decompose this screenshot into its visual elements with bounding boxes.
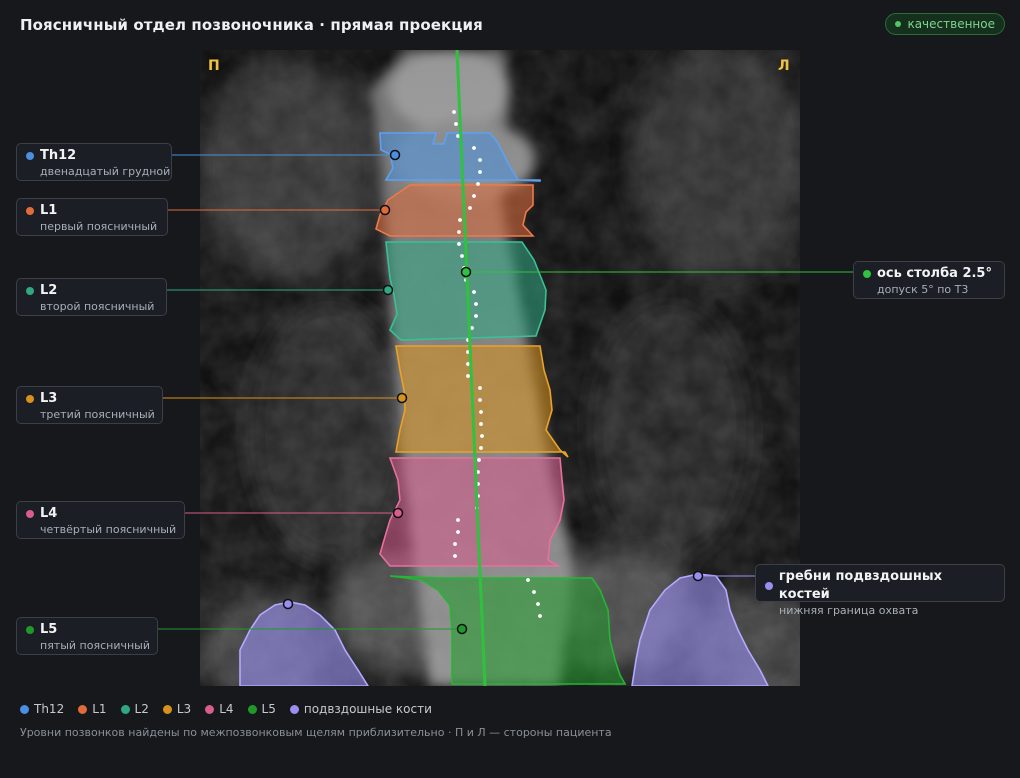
callout-iliac[interactable]: гребни подвздошных костей нижняя граница… xyxy=(755,564,1005,617)
mask-l4 xyxy=(379,457,565,567)
l3-color-icon xyxy=(26,395,34,403)
axis-color-icon xyxy=(863,270,871,278)
legend-label: L1 xyxy=(92,702,107,716)
callout-l3[interactable]: L3 третий поясничный xyxy=(16,386,163,424)
callout-axis-name: ось столба 2.5° xyxy=(877,266,992,281)
callout-l5-name: L5 xyxy=(40,622,58,637)
callout-l1-name: L1 xyxy=(40,203,58,218)
mask-l3 xyxy=(395,345,569,458)
l5-color-icon xyxy=(26,626,34,634)
status-dot-icon xyxy=(895,21,902,27)
right-side-marker: П xyxy=(208,58,220,74)
legend-label: L2 xyxy=(134,702,149,716)
legend-label: подвздошные кости xyxy=(303,702,432,716)
callout-axis[interactable]: ось столба 2.5° допуск 5° по Т3 xyxy=(853,261,1005,299)
legend-label: L4 xyxy=(219,702,234,716)
callout-axis-desc: допуск 5° по Т3 xyxy=(877,283,969,296)
callout-l3-desc: третий поясничный xyxy=(40,408,155,421)
callout-th12[interactable]: Th12 двенадцатый грудной xyxy=(16,143,172,181)
callout-l3-name: L3 xyxy=(40,391,58,406)
l2-color-icon xyxy=(26,287,34,295)
callout-l4[interactable]: L4 четвёртый поясничный xyxy=(16,501,185,539)
legend-item-l4: L4 xyxy=(205,702,234,716)
l1-legend-icon xyxy=(78,704,88,714)
quality-badge: качественное xyxy=(885,13,1005,35)
th12-legend-icon xyxy=(20,704,29,714)
page-title: Поясничный отдел позвоночника · прямая п… xyxy=(20,16,483,34)
segmentation-overlay xyxy=(200,50,800,686)
iliac-color-icon xyxy=(765,582,773,590)
l2-legend-icon xyxy=(120,704,130,714)
legend-label: L5 xyxy=(261,702,276,716)
callout-l4-name: L4 xyxy=(40,506,58,521)
legend-label: Th12 xyxy=(34,702,65,716)
callout-l1[interactable]: L1 первый поясничный xyxy=(16,198,168,236)
legend: Th12 L1 L2 L3 L4 L5 подвздошные кости xyxy=(20,702,432,716)
legend-item-l2: L2 xyxy=(120,702,149,716)
legend-label: L3 xyxy=(176,702,192,716)
callout-l5-desc: пятый поясничный xyxy=(40,639,150,652)
l3-legend-icon xyxy=(162,704,172,714)
callout-th12-desc: двенадцатый грудной xyxy=(40,165,171,178)
callout-iliac-desc: нижняя граница охвата xyxy=(779,604,919,617)
callout-l2[interactable]: L2 второй поясничный xyxy=(16,278,167,316)
callout-l4-desc: четвёртый поясничный xyxy=(40,523,177,536)
th12-color-icon xyxy=(26,152,34,160)
quality-badge-label: качественное xyxy=(907,17,995,31)
callout-l2-desc: второй поясничный xyxy=(40,300,155,313)
callout-th12-name: Th12 xyxy=(40,148,77,163)
l5-legend-icon xyxy=(247,704,257,714)
callout-l1-desc: первый поясничный xyxy=(40,220,158,233)
left-side-marker: Л xyxy=(778,58,790,74)
l4-color-icon xyxy=(26,510,34,518)
legend-item-iliac: подвздошные кости xyxy=(289,702,432,716)
footnote: Уровни позвонков найдены по межпозвонков… xyxy=(20,726,612,739)
mask-l1 xyxy=(375,184,535,237)
callout-l2-name: L2 xyxy=(40,283,58,298)
l1-color-icon xyxy=(26,207,34,215)
legend-item-l3: L3 xyxy=(162,702,192,716)
callout-iliac-name: гребни подвздошных костей xyxy=(778,569,943,602)
xray-image[interactable] xyxy=(200,50,800,686)
l4-legend-icon xyxy=(205,704,215,714)
legend-item-l5: L5 xyxy=(247,702,276,716)
callout-l5[interactable]: L5 пятый поясничный xyxy=(16,617,158,655)
iliac-legend-icon xyxy=(289,704,299,714)
legend-item-l1: L1 xyxy=(78,702,107,716)
legend-item-th12: Th12 xyxy=(20,702,64,716)
